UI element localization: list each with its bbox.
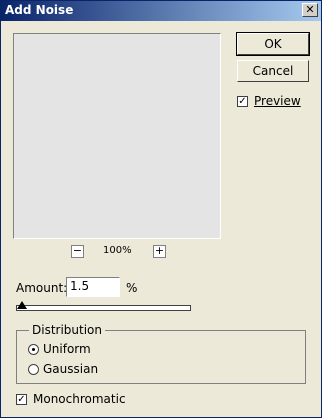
distribution-title: Distribution <box>29 323 106 337</box>
zoom-out-button[interactable]: − <box>71 245 84 258</box>
uniform-label: Uniform <box>43 342 91 356</box>
amount-slider-thumb[interactable] <box>17 301 27 309</box>
preview-checkbox[interactable]: ✓ <box>237 96 248 107</box>
amount-label: Amount: <box>16 281 68 295</box>
preview-image <box>15 35 219 237</box>
dialog-window: Add Noise ✕ − 100% + OK Cancel ✓ Preview… <box>0 0 322 418</box>
amount-unit: % <box>126 281 138 295</box>
close-button[interactable]: ✕ <box>302 3 318 17</box>
titlebar: Add Noise ✕ <box>1 1 321 21</box>
cancel-button[interactable]: Cancel <box>237 60 309 82</box>
zoom-level: 100% <box>103 245 132 256</box>
gaussian-radio[interactable] <box>28 364 39 375</box>
uniform-radio[interactable] <box>28 344 39 355</box>
monochromatic-checkbox[interactable]: ✓ <box>16 394 27 405</box>
ok-button[interactable]: OK <box>236 32 310 56</box>
zoom-controls: − 100% + <box>71 245 171 259</box>
gaussian-label: Gaussian <box>43 362 99 376</box>
monochromatic-label: Monochromatic <box>33 392 126 406</box>
amount-input[interactable]: 1.5 <box>66 277 120 297</box>
window-title: Add Noise <box>5 3 74 17</box>
preview-label: Preview <box>254 94 301 108</box>
preview-area[interactable] <box>13 33 221 239</box>
zoom-in-button[interactable]: + <box>153 245 166 258</box>
amount-slider-track[interactable] <box>16 305 191 311</box>
